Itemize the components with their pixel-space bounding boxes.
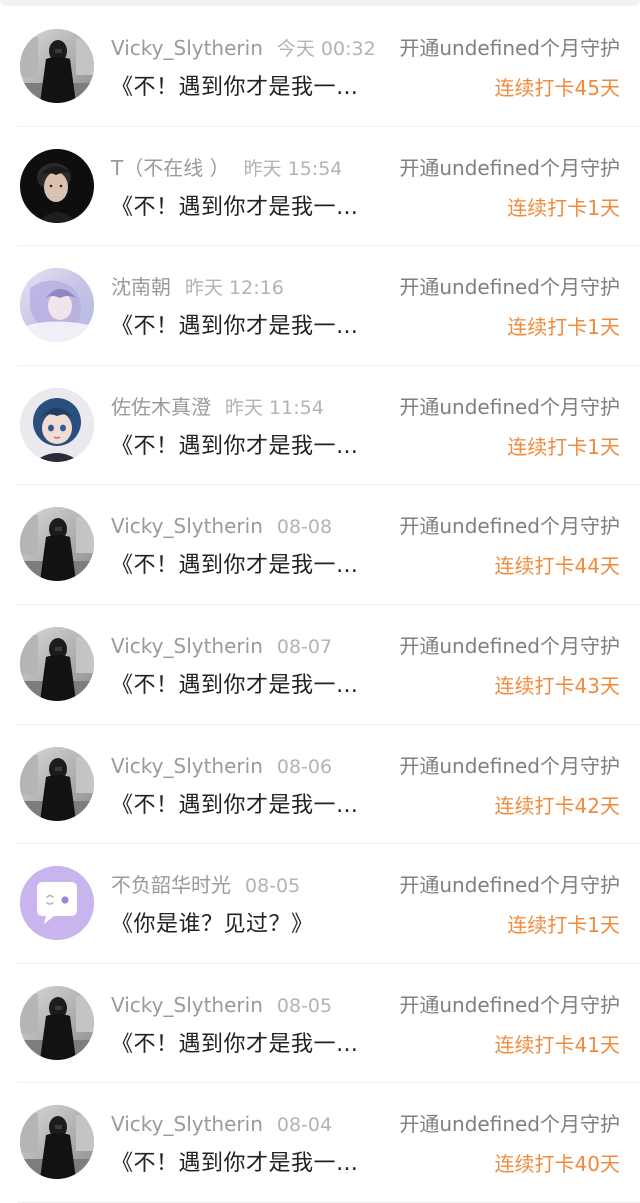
action-text: 开通undefined个月守护 — [399, 753, 620, 778]
avatar[interactable] — [20, 148, 94, 223]
checkin-streak: 连续打卡45天 — [494, 76, 620, 100]
list-item[interactable]: T（不在线 ） 昨天 15:54 开通undefined个月守护 《不！遇到你才是… — [18, 127, 640, 247]
timestamp: 昨天 11:54 — [225, 396, 324, 419]
checkin-streak: 连续打卡1天 — [507, 315, 620, 340]
user-name-line: 佐佐木真澄 昨天 11:54 — [111, 392, 324, 422]
checkin-streak: 连续打卡44天 — [494, 554, 620, 579]
avatar-boy-portrait-image — [20, 148, 94, 223]
work-title[interactable]: 《不！遇到你才是我一… — [111, 72, 359, 104]
top-card-edge — [0, 0, 640, 6]
user-name-line: 不负韶华时光 08-05 — [111, 870, 300, 900]
action-text: 开通undefined个月守护 — [399, 275, 620, 300]
action-text: 开通undefined个月守护 — [399, 633, 620, 658]
user-name-line: Vicky_Slytherin 08-04 — [111, 1109, 332, 1139]
avatar-dark-figure-image — [20, 746, 94, 821]
timestamp: 08-08 — [276, 516, 333, 539]
avatar[interactable] — [20, 985, 94, 1060]
avatar[interactable] — [20, 626, 94, 701]
user-name-line: Vicky_Slytherin 08-05 — [111, 990, 332, 1020]
list-item[interactable]: 不负韶华时光 08-05 开通undefined个月守护 《你是谁？见过？》 连续… — [18, 844, 640, 964]
checkin-streak: 连续打卡42天 — [494, 793, 620, 818]
work-title[interactable]: 《不！遇到你才是我一… — [111, 1148, 359, 1180]
list-item[interactable]: 沈南朝 昨天 12:16 开通undefined个月守护 《不！遇到你才是我一… … — [18, 246, 640, 366]
list-item[interactable]: Vicky_Slytherin 08-05 开通undefined个月守护 《不！… — [18, 964, 640, 1084]
avatar[interactable] — [20, 29, 94, 103]
checkin-streak: 连续打卡43天 — [494, 673, 620, 698]
action-text: 开通undefined个月守护 — [399, 1112, 620, 1137]
timestamp: 昨天 15:54 — [243, 157, 343, 180]
user-name[interactable]: Vicky_Slytherin — [111, 634, 263, 658]
avatar-dark-figure-image — [20, 626, 94, 701]
user-name[interactable]: Vicky_Slytherin — [111, 1112, 263, 1136]
action-text: 开通undefined个月守护 — [399, 155, 620, 180]
user-name[interactable]: Vicky_Slytherin — [111, 754, 263, 778]
avatar[interactable] — [20, 387, 94, 462]
checkin-streak: 连续打卡40天 — [494, 1152, 620, 1177]
action-text: 开通undefined个月守护 — [399, 36, 620, 60]
work-title[interactable]: 《不！遇到你才是我一… — [111, 1029, 359, 1061]
list-item[interactable]: Vicky_Slytherin 08-04 开通undefined个月守护 《不！… — [18, 1083, 640, 1203]
work-title[interactable]: 《不！遇到你才是我一… — [111, 790, 359, 822]
timestamp: 08-05 — [276, 994, 333, 1017]
work-title[interactable]: 《你是谁？见过？》 — [111, 909, 314, 941]
user-name[interactable]: 不负韶华时光 — [111, 873, 231, 897]
user-name[interactable]: T（不在线 ） — [111, 156, 230, 180]
action-text: 开通undefined个月守护 — [399, 394, 620, 419]
avatar-default-chat-image — [20, 866, 94, 941]
user-name-line: Vicky_Slytherin 08-07 — [111, 631, 332, 661]
checkin-streak: 连续打卡1天 — [507, 434, 620, 459]
timestamp: 昨天 12:16 — [185, 277, 284, 300]
avatar[interactable] — [20, 507, 94, 582]
user-name[interactable]: Vicky_Slytherin — [111, 36, 263, 60]
checkin-streak: 连续打卡1天 — [507, 913, 620, 938]
work-title[interactable]: 《不！遇到你才是我一… — [111, 192, 359, 224]
list-item[interactable]: 佐佐木真澄 昨天 11:54 开通undefined个月守护 《不！遇到你才是我一… — [18, 366, 640, 486]
action-text: 开通undefined个月守护 — [399, 873, 620, 898]
user-name-line: Vicky_Slytherin 今天 00:32 — [111, 33, 376, 63]
avatar-dark-figure-image — [20, 29, 94, 103]
action-text: 开通undefined个月守护 — [399, 514, 620, 539]
user-name[interactable]: Vicky_Slytherin — [111, 514, 263, 538]
checkin-streak: 连续打卡1天 — [507, 195, 620, 220]
user-name-line: 沈南朝 昨天 12:16 — [111, 272, 284, 302]
avatar[interactable] — [20, 268, 94, 343]
list-item[interactable]: Vicky_Slytherin 今天 00:32 开通undefined个月守护 … — [18, 7, 640, 127]
user-name-line: T（不在线 ） 昨天 15:54 — [111, 153, 342, 183]
avatar[interactable] — [20, 1105, 94, 1180]
avatar-dark-figure-image — [20, 1105, 94, 1180]
timestamp: 08-06 — [276, 755, 333, 778]
user-name-line: Vicky_Slytherin 08-08 — [111, 511, 332, 541]
work-title[interactable]: 《不！遇到你才是我一… — [111, 311, 359, 343]
work-title[interactable]: 《不！遇到你才是我一… — [111, 670, 359, 702]
work-title[interactable]: 《不！遇到你才是我一… — [111, 431, 359, 463]
timestamp: 08-04 — [276, 1114, 333, 1137]
avatar-blue-hair-girl-image — [20, 387, 94, 462]
timestamp: 08-05 — [245, 875, 301, 898]
list-item[interactable]: Vicky_Slytherin 08-07 开通undefined个月守护 《不！… — [18, 605, 640, 725]
user-name[interactable]: Vicky_Slytherin — [111, 993, 263, 1017]
avatar-dark-figure-image — [20, 507, 94, 582]
user-name[interactable]: 沈南朝 — [111, 275, 171, 299]
avatar-dark-figure-image — [20, 985, 94, 1060]
avatar[interactable] — [20, 866, 94, 941]
checkin-streak: 连续打卡41天 — [494, 1032, 620, 1057]
timestamp: 今天 00:32 — [276, 38, 376, 60]
work-title[interactable]: 《不！遇到你才是我一… — [111, 550, 359, 582]
user-name-line: Vicky_Slytherin 08-06 — [111, 751, 332, 781]
activity-list: Vicky_Slytherin 今天 00:32 开通undefined个月守护 … — [0, 7, 640, 1203]
list-item[interactable]: Vicky_Slytherin 08-06 开通undefined个月守护 《不！… — [18, 725, 640, 845]
avatar[interactable] — [20, 746, 94, 821]
timestamp: 08-07 — [276, 635, 333, 658]
user-name[interactable]: 佐佐木真澄 — [111, 395, 211, 419]
action-text: 开通undefined个月守护 — [399, 992, 620, 1017]
avatar-pastel-illustration-image — [20, 268, 94, 343]
list-item[interactable]: Vicky_Slytherin 08-08 开通undefined个月守护 《不！… — [18, 485, 640, 605]
